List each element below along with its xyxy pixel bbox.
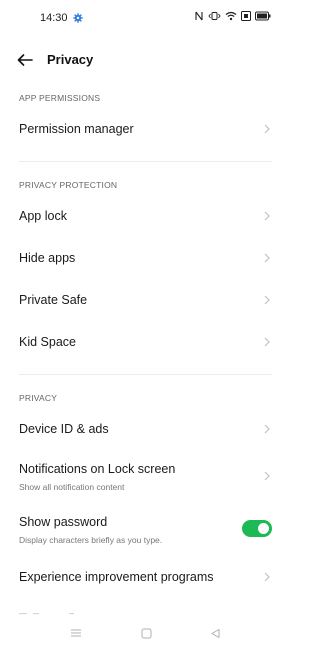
clipped-row-hint — [19, 613, 74, 615]
home-button[interactable] — [138, 626, 154, 640]
battery-icon — [255, 11, 271, 21]
data-icon — [241, 11, 251, 21]
wifi-icon — [225, 11, 237, 21]
section-header-app-permissions: APP PERMISSIONS — [19, 93, 101, 103]
vibrate-icon — [208, 12, 221, 20]
row-label: Private Safe — [19, 293, 88, 307]
recents-button[interactable] — [68, 626, 84, 640]
system-nav-bar — [0, 620, 291, 650]
app-bar: Privacy — [0, 44, 291, 76]
row-subtitle: Show all notification content — [19, 482, 125, 492]
chevron-right-icon — [264, 253, 270, 263]
chevron-right-icon — [264, 424, 270, 434]
row-label: Hide apps — [19, 251, 76, 265]
arrow-left-icon — [17, 54, 33, 66]
chevron-right-icon — [264, 124, 270, 134]
section-header-privacy-protection: PRIVACY PROTECTION — [19, 180, 118, 190]
settings-gear-icon — [73, 13, 83, 23]
row-notifications-lock-screen[interactable]: Notifications on Lock screen Show all no… — [0, 452, 291, 498]
row-label: Kid Space — [19, 335, 76, 349]
row-experience-improvement[interactable]: Experience improvement programs — [0, 558, 291, 596]
show-password-toggle[interactable] — [242, 520, 272, 537]
toggle-knob — [258, 523, 269, 534]
row-show-password: Show password Display characters briefly… — [0, 505, 291, 551]
row-label: Device ID & ads — [19, 422, 109, 436]
row-label: App lock — [19, 209, 67, 223]
row-label: Notifications on Lock screen — [19, 462, 176, 476]
home-icon — [141, 628, 151, 638]
row-private-safe[interactable]: Private Safe — [0, 281, 291, 319]
row-label: Show password — [19, 515, 108, 529]
row-subtitle: Display characters briefly as you type. — [19, 535, 163, 545]
row-app-lock[interactable]: App lock — [0, 197, 291, 235]
chevron-right-icon — [264, 295, 270, 305]
page-title: Privacy — [47, 52, 94, 67]
row-label: Experience improvement programs — [19, 570, 214, 584]
status-icons — [194, 11, 271, 21]
status-time: 14:30 — [40, 12, 68, 24]
row-kid-space[interactable]: Kid Space — [0, 323, 291, 361]
row-hide-apps[interactable]: Hide apps — [0, 239, 291, 277]
divider — [19, 374, 272, 375]
chevron-right-icon — [264, 471, 270, 481]
section-header-privacy: PRIVACY — [19, 393, 58, 403]
row-device-id-ads[interactable]: Device ID & ads — [0, 410, 291, 448]
divider — [19, 161, 272, 162]
chevron-right-icon — [264, 211, 270, 221]
row-permission-manager[interactable]: Permission manager — [0, 110, 291, 148]
chevron-right-icon — [264, 572, 270, 582]
menu-icon — [71, 629, 81, 637]
back-button[interactable] — [14, 50, 36, 70]
back-triangle-icon — [211, 628, 219, 638]
back-nav-button[interactable] — [207, 626, 223, 640]
status-bar: 14:30 — [0, 0, 291, 36]
chevron-right-icon — [264, 337, 270, 347]
nfc-icon — [195, 11, 203, 21]
row-label: Permission manager — [19, 122, 134, 136]
